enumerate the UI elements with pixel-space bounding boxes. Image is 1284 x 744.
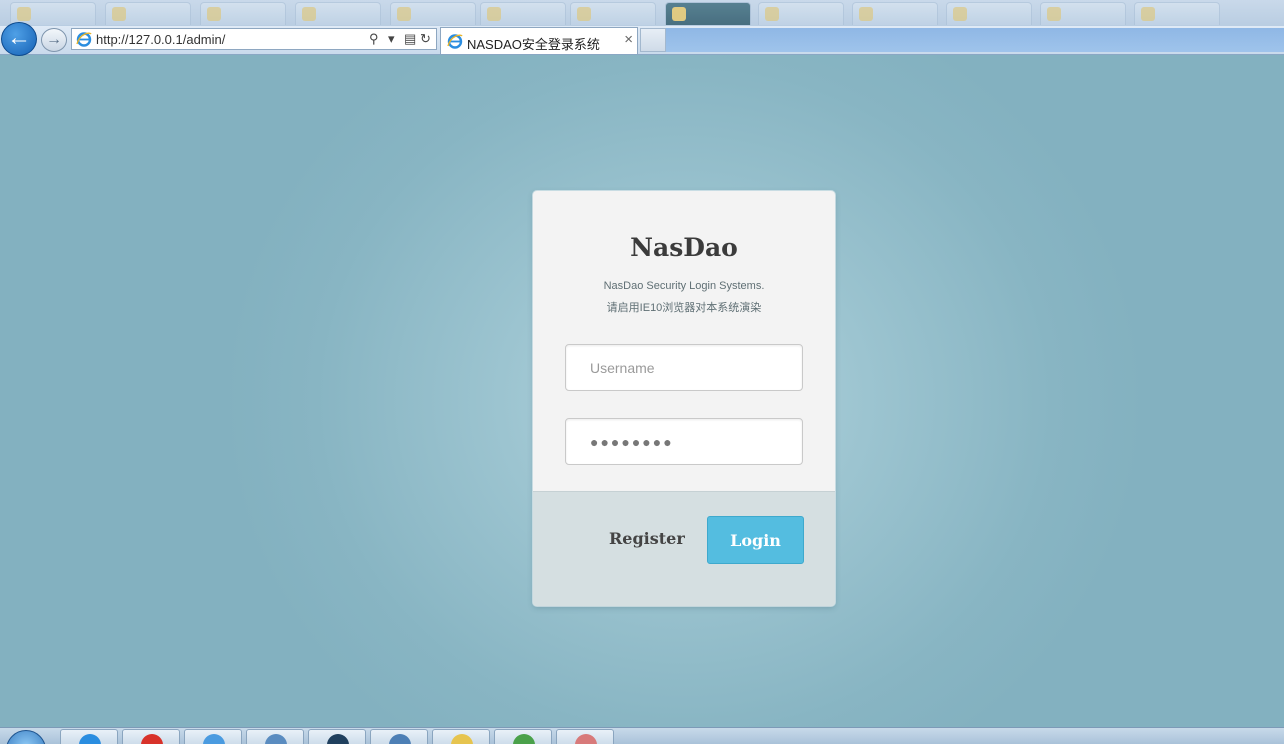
compatibility-view-icon[interactable]: ▤ — [404, 31, 416, 47]
brand-title: NasDao — [630, 233, 738, 262]
tab-title: NASDAO安全登录系统 — [467, 37, 600, 52]
start-icon[interactable] — [6, 730, 46, 744]
favicon-icon — [302, 7, 316, 21]
taskbar — [0, 727, 1284, 744]
url-input[interactable] — [96, 32, 356, 47]
background-window-tab[interactable] — [1040, 2, 1126, 25]
background-window-tab[interactable] — [200, 2, 286, 25]
forward-arrow-icon: → — [46, 31, 62, 48]
search-icon[interactable]: ⚲ — [369, 31, 379, 47]
favicon-icon — [112, 7, 126, 21]
ie-icon — [76, 32, 92, 47]
favicon-icon — [672, 7, 686, 21]
favicon-icon — [487, 7, 501, 21]
forward-button[interactable]: → — [41, 28, 67, 52]
active-tab[interactable]: NASDAO安全登录系统 × — [440, 27, 638, 54]
taskbar-item[interactable] — [432, 729, 490, 744]
register-link[interactable]: Register — [609, 529, 685, 548]
background-window-tab[interactable] — [295, 2, 381, 25]
background-window-tab[interactable] — [390, 2, 476, 25]
login-button[interactable]: Login — [707, 516, 804, 564]
back-button[interactable]: ← — [1, 22, 37, 56]
background-window-tab[interactable] — [758, 2, 844, 25]
background-window-tab[interactable] — [665, 2, 751, 25]
new-tab-button[interactable] — [640, 28, 666, 52]
favicon-icon — [953, 7, 967, 21]
background-window-tab[interactable] — [946, 2, 1032, 25]
background-window-tab[interactable] — [480, 2, 566, 25]
favicon-icon — [577, 7, 591, 21]
favicon-icon — [859, 7, 873, 21]
login-card: NasDao NasDao Security Login Systems. 请启… — [533, 191, 835, 606]
favicon-icon — [207, 7, 221, 21]
favicon-icon — [17, 7, 31, 21]
close-icon[interactable]: × — [624, 31, 633, 48]
taskbar-item[interactable] — [60, 729, 118, 744]
background-window-tab[interactable] — [570, 2, 656, 25]
favicon-icon — [1047, 7, 1061, 21]
chevron-down-icon[interactable]: ▾ — [388, 31, 395, 47]
favicon-icon — [765, 7, 779, 21]
password-input[interactable] — [565, 418, 803, 465]
refresh-icon[interactable]: ↻ — [420, 31, 431, 47]
browser-note: 请启用IE10浏览器对本系统演染 — [606, 302, 762, 314]
card-footer: Register Login — [533, 491, 835, 606]
subtitle: NasDao Security Login Systems. — [603, 280, 765, 292]
background-window-tab[interactable] — [105, 2, 191, 25]
taskbar-item[interactable] — [122, 729, 180, 744]
taskbar-item[interactable] — [370, 729, 428, 744]
username-input[interactable] — [565, 344, 803, 391]
background-window-tab[interactable] — [852, 2, 938, 25]
taskbar-item[interactable] — [308, 729, 366, 744]
taskbar-item[interactable] — [246, 729, 304, 744]
taskbar-item[interactable] — [556, 729, 614, 744]
taskbar-item[interactable] — [184, 729, 242, 744]
background-window-tab[interactable] — [1134, 2, 1220, 25]
favicon-icon — [397, 7, 411, 21]
window-titlebar — [0, 0, 1284, 26]
ie-icon — [447, 34, 463, 49]
page-background: NasDao NasDao Security Login Systems. 请启… — [0, 55, 1284, 727]
address-bar[interactable]: ⚲ ▾ ▤ ↻ — [71, 28, 437, 50]
back-arrow-icon: ← — [7, 24, 31, 51]
favicon-icon — [1141, 7, 1155, 21]
tab-strip-background — [666, 28, 1284, 52]
taskbar-item[interactable] — [494, 729, 552, 744]
